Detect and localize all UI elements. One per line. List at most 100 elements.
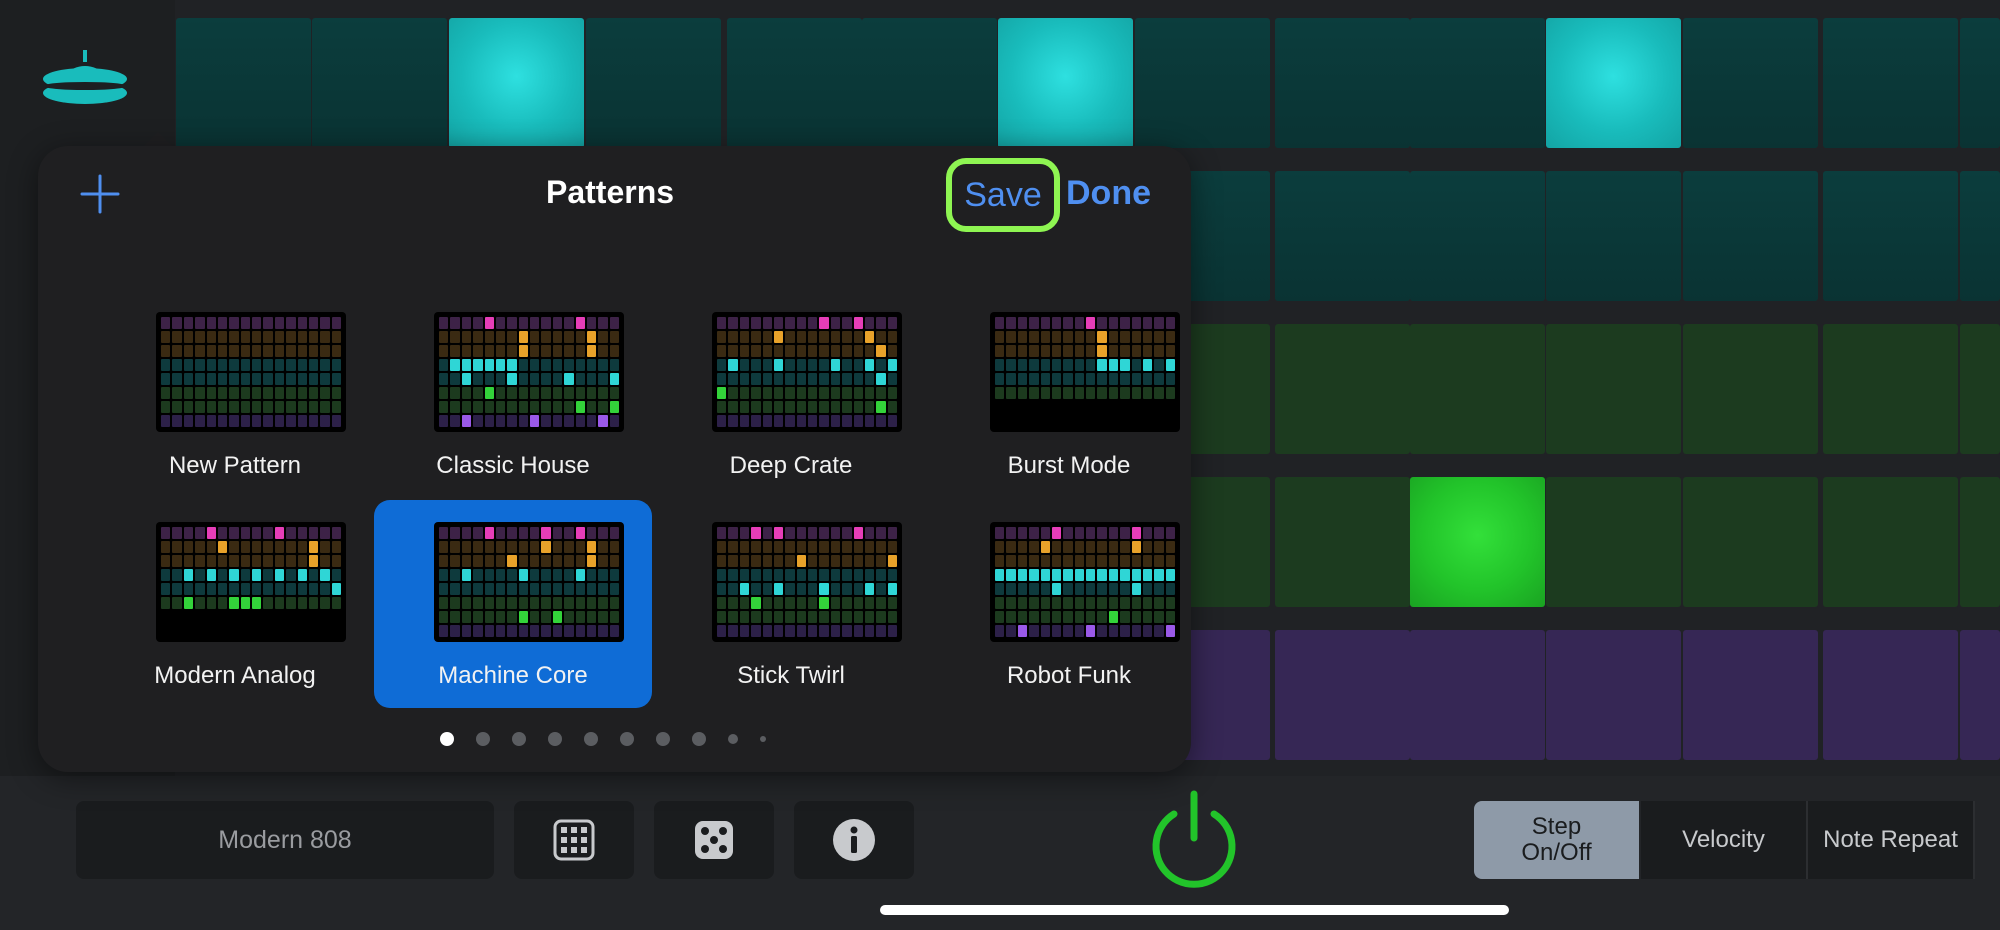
step-pad[interactable] <box>1275 18 1410 148</box>
step-pad[interactable] <box>1275 171 1410 301</box>
thumbnail-cell <box>876 345 886 357</box>
step-pad[interactable] <box>586 18 721 148</box>
mode-step-on-off[interactable]: Step On/Off <box>1474 801 1639 879</box>
mode-velocity[interactable]: Velocity <box>1641 801 1806 879</box>
step-pad[interactable] <box>1275 630 1410 760</box>
step-pad[interactable] <box>176 18 311 148</box>
step-pad[interactable] <box>1823 171 1958 301</box>
page-dot[interactable] <box>760 736 766 742</box>
page-dot[interactable] <box>548 732 562 746</box>
thumbnail-cell <box>541 359 551 371</box>
thumbnail-cell <box>717 373 727 385</box>
step-pad[interactable] <box>1546 171 1681 301</box>
thumbnail-cell <box>609 415 619 427</box>
step-pad[interactable] <box>1683 171 1818 301</box>
page-dot[interactable] <box>620 732 634 746</box>
step-pad[interactable] <box>1410 171 1545 301</box>
step-pad[interactable] <box>1410 18 1545 148</box>
thumbnail-cell <box>842 541 852 553</box>
step-pad[interactable] <box>1823 630 1958 760</box>
thumbnail-cell <box>450 331 460 343</box>
thumbnail-cell <box>808 597 818 609</box>
done-button[interactable]: Done <box>1066 174 1151 213</box>
step-pad[interactable] <box>1275 477 1410 607</box>
thumbnail-cell <box>240 555 250 567</box>
mode-note-repeat[interactable]: Note Repeat <box>1808 801 1973 879</box>
step-pad[interactable] <box>1960 18 2000 148</box>
page-dot[interactable] <box>692 732 706 746</box>
page-dot[interactable] <box>728 734 738 744</box>
pattern-tile[interactable]: Stick Twirl <box>652 500 930 708</box>
thumbnail-cell <box>217 541 228 553</box>
thumbnail-cell <box>762 611 772 623</box>
step-pad[interactable] <box>1683 18 1818 148</box>
page-indicator[interactable] <box>440 731 766 747</box>
step-pad[interactable] <box>1135 18 1270 148</box>
step-pad[interactable] <box>1683 477 1818 607</box>
step-pad[interactable] <box>1960 171 2000 301</box>
thumbnail-cell <box>876 373 886 385</box>
pattern-tile[interactable]: Modern Analog <box>96 500 374 708</box>
step-pad[interactable] <box>1275 324 1410 454</box>
step-pad[interactable] <box>449 18 584 148</box>
page-dot[interactable] <box>440 732 454 746</box>
pattern-tile[interactable]: Classic House <box>374 290 652 498</box>
thumbnail-cell <box>263 583 273 595</box>
step-pad[interactable] <box>1823 324 1958 454</box>
thumbnail-cell <box>1074 401 1084 413</box>
thumbnail-cell <box>495 527 506 539</box>
step-pad[interactable] <box>1960 324 2000 454</box>
step-pad[interactable] <box>1683 630 1818 760</box>
step-pad[interactable] <box>1546 477 1681 607</box>
step-pad[interactable] <box>1546 18 1681 148</box>
plus-icon[interactable] <box>80 174 120 214</box>
thumbnail-cell <box>796 555 806 567</box>
pattern-grid-button[interactable] <box>514 801 634 879</box>
step-pad[interactable] <box>862 18 997 148</box>
thumbnail-cell <box>331 345 341 357</box>
step-pad[interactable] <box>1546 630 1681 760</box>
step-pad[interactable] <box>727 18 862 148</box>
thumbnail-cell <box>762 345 772 357</box>
step-pad[interactable] <box>1410 477 1545 607</box>
randomize-button[interactable] <box>654 801 774 879</box>
pattern-tile[interactable]: Robot Funk <box>930 500 1208 708</box>
step-pad[interactable] <box>1410 630 1545 760</box>
page-dot[interactable] <box>476 732 490 746</box>
pattern-tile[interactable]: New Pattern <box>96 290 374 498</box>
thumbnail-cell <box>195 527 205 539</box>
thumbnail-cell <box>473 317 483 329</box>
power-icon[interactable] <box>1144 790 1244 890</box>
pattern-tile[interactable]: Deep Crate <box>652 290 930 498</box>
step-pad[interactable] <box>1410 324 1545 454</box>
thumbnail-cell <box>1006 415 1016 427</box>
kit-selector-button[interactable]: Modern 808 <box>76 801 494 879</box>
step-pad[interactable] <box>312 18 447 148</box>
thumbnail-cell <box>161 331 171 343</box>
page-dot[interactable] <box>584 732 598 746</box>
thumbnail-cell <box>1017 555 1028 567</box>
pattern-tile[interactable]: Machine Core <box>374 500 652 708</box>
thumbnail-cell <box>274 583 285 595</box>
thumbnail-cell <box>887 611 897 623</box>
thumbnail-cell <box>1120 555 1130 567</box>
home-indicator[interactable] <box>880 905 1509 915</box>
step-pad[interactable] <box>1960 630 2000 760</box>
thumbnail-cell <box>785 373 795 385</box>
step-pad[interactable] <box>1960 477 2000 607</box>
info-button[interactable] <box>794 801 914 879</box>
save-button[interactable]: Save <box>946 158 1060 232</box>
page-dot[interactable] <box>656 732 670 746</box>
step-pad[interactable] <box>998 18 1133 148</box>
thumbnail-cell <box>728 611 738 623</box>
step-pad[interactable] <box>1546 324 1681 454</box>
page-dot[interactable] <box>512 732 526 746</box>
thumbnail-cell <box>853 359 863 371</box>
thumbnail-cell <box>717 555 727 567</box>
step-pad[interactable] <box>1823 477 1958 607</box>
step-pad[interactable] <box>1823 18 1958 148</box>
pattern-tile[interactable]: Burst Mode <box>930 290 1208 498</box>
thumbnail-cell <box>853 331 863 343</box>
step-pad[interactable] <box>1683 324 1818 454</box>
thumbnail-cell <box>297 625 307 637</box>
